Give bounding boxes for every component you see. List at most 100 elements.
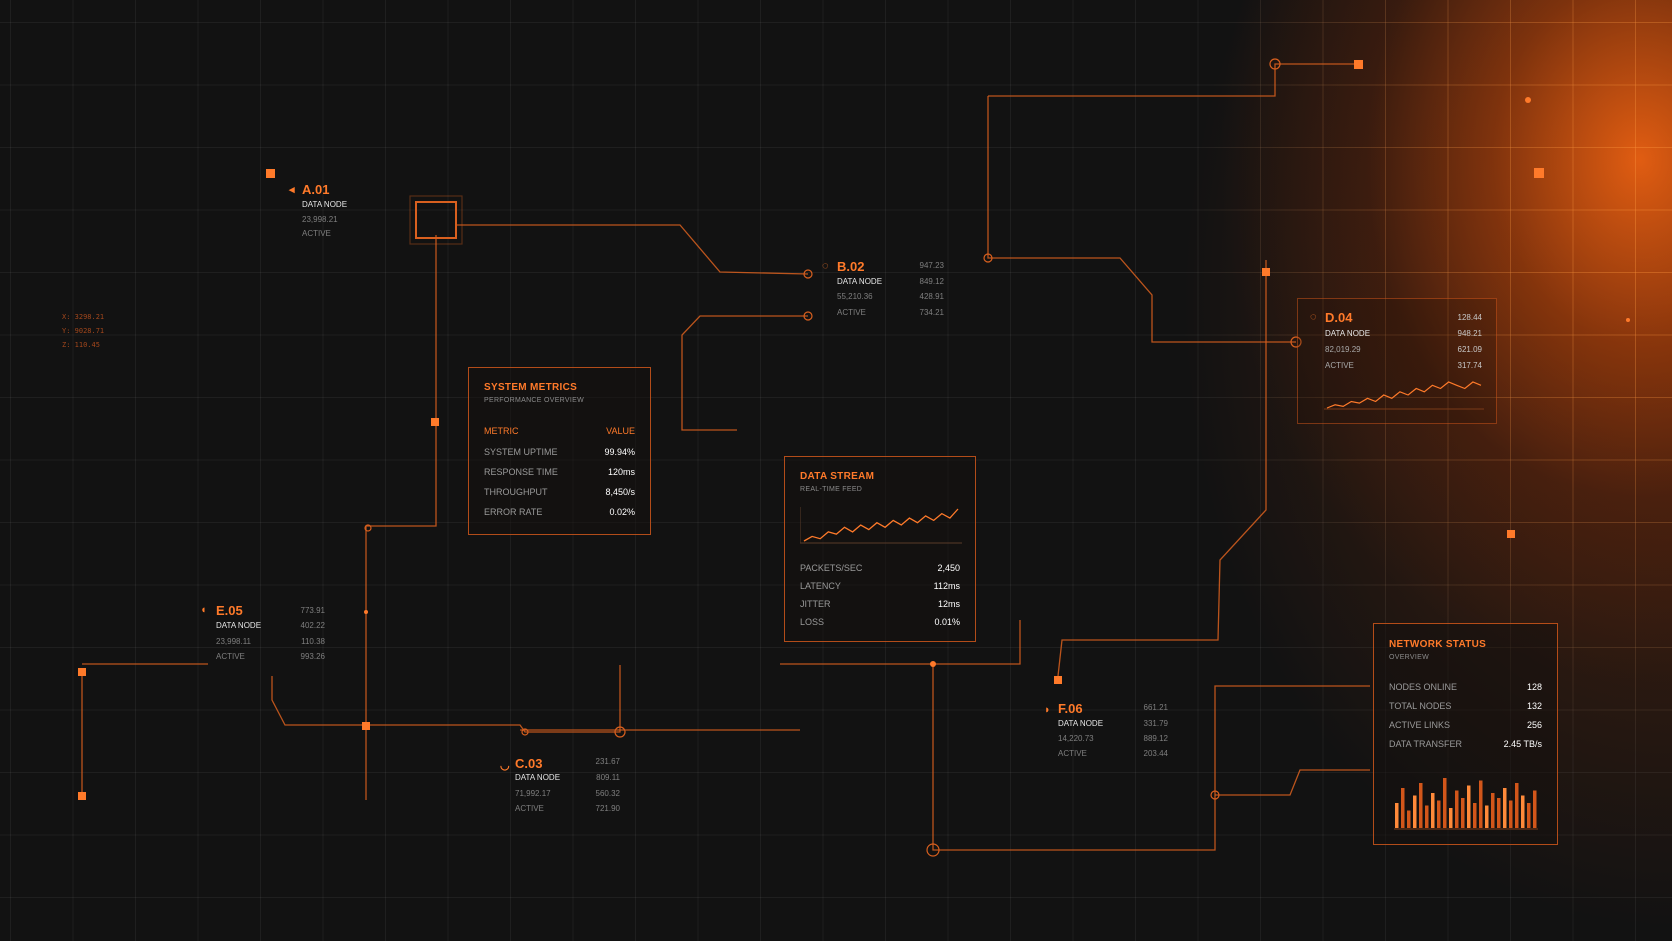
node-value: 23,998.21 <box>302 215 338 224</box>
stream-value: 12ms <box>937 599 960 609</box>
node-metric: 849.12 <box>919 277 944 286</box>
metric-label: SYSTEM UPTIME <box>484 447 558 457</box>
node-type: DATA NODE <box>1325 329 1371 338</box>
stream-label: JITTER <box>800 599 831 609</box>
wire-top-right <box>988 63 1360 97</box>
node-status: ACTIVE <box>1325 361 1354 370</box>
stream-value: 2,450 <box>937 563 960 573</box>
panel-title: NETWORK STATUS <box>1389 639 1487 650</box>
stream-label: PACKETS/SEC <box>800 563 863 573</box>
network-bar <box>1449 808 1453 828</box>
node-metric: 560.32 <box>595 789 620 798</box>
network-bar <box>1443 778 1447 828</box>
system-metrics-panel: SYSTEM METRICS PERFORMANCE OVERVIEW METR… <box>468 367 651 535</box>
node-status: ACTIVE <box>216 652 245 661</box>
wire-c03 <box>271 665 621 733</box>
stream-label: LATENCY <box>800 581 841 591</box>
network-bar <box>1461 798 1465 828</box>
node-status: ACTIVE <box>837 308 866 317</box>
network-value: 2.45 TB/s <box>1503 739 1542 749</box>
network-bar <box>1479 780 1483 828</box>
d04-sparkline <box>1324 381 1484 410</box>
network-label: NODES ONLINE <box>1389 682 1458 692</box>
node-type: DATA NODE <box>216 621 262 630</box>
network-label: ACTIVE LINKS <box>1389 720 1451 730</box>
node-value: 55,210.36 <box>837 292 873 301</box>
node-id: C.03 <box>515 756 543 771</box>
column-header-value: VALUE <box>606 426 635 436</box>
coord-z: Z: 110.45 <box>62 341 100 349</box>
network-bar <box>1419 783 1423 828</box>
node-a01-marker <box>266 169 275 178</box>
stream-sparkline <box>800 507 962 544</box>
metric-value: 120ms <box>607 467 635 477</box>
wire-b02-metrics <box>681 315 808 431</box>
wire-a01-trunk <box>365 235 437 800</box>
node-status: ACTIVE <box>302 229 331 238</box>
network-bar <box>1515 783 1519 828</box>
network-bar <box>1491 793 1495 828</box>
network-status-panel: NETWORK STATUS OVERVIEW NODES ONLINE 128… <box>1373 623 1558 845</box>
node-type: DATA NODE <box>302 200 348 209</box>
node-type: DATA NODE <box>515 773 561 782</box>
node-status: ACTIVE <box>515 804 544 813</box>
coord-y: Y: 9028.71 <box>62 327 105 335</box>
node-metric: 317.74 <box>1457 361 1482 370</box>
node-id: A.01 <box>302 182 330 197</box>
column-header-metric: METRIC <box>484 426 519 436</box>
a01-chip <box>415 201 457 239</box>
node-id: F.06 <box>1058 701 1083 716</box>
node-metric: 721.90 <box>595 804 620 813</box>
network-bar <box>1401 788 1405 828</box>
wire-top-d04 <box>987 96 1296 343</box>
node-metric: 734.21 <box>919 308 944 317</box>
node-marker-icon: ◂ <box>289 184 295 196</box>
node-metric: 809.11 <box>596 773 620 782</box>
node-id: B.02 <box>837 259 865 274</box>
network-bar <box>1431 793 1435 828</box>
node-metric: 203.44 <box>1143 749 1168 758</box>
network-bar <box>1455 790 1459 828</box>
node-metric: 128.44 <box>1457 313 1482 322</box>
network-bar <box>1521 795 1525 828</box>
metric-value: 8,450/s <box>605 487 635 497</box>
wire-d04-f06 <box>1057 260 1267 677</box>
stream-value: 0.01% <box>934 617 960 627</box>
stream-value: 112ms <box>933 581 960 591</box>
network-value: 132 <box>1526 701 1542 711</box>
node-id: D.04 <box>1325 310 1353 325</box>
node-marker-icon: ◖ <box>200 604 207 616</box>
node-metric: 948.21 <box>1457 329 1482 338</box>
network-bar <box>1503 788 1507 828</box>
network-bar <box>1533 790 1537 828</box>
data-stream-panel: DATA STREAM REAL-TIME FEED PACKETS/SEC 2… <box>784 456 976 642</box>
stream-label: LOSS <box>800 617 825 627</box>
network-bar <box>1413 795 1417 828</box>
network-value: 256 <box>1526 720 1542 730</box>
network-bar-chart <box>1394 778 1538 830</box>
node-value: 82,019.29 <box>1325 345 1361 354</box>
metric-label: RESPONSE TIME <box>484 467 558 477</box>
network-bar <box>1509 800 1513 828</box>
node-metric: 993.26 <box>300 652 325 661</box>
node-marker-icon: ◌ <box>822 260 829 272</box>
node-marker-icon: ◌ <box>1310 311 1317 323</box>
metric-value: 0.02% <box>609 507 635 517</box>
node-metric: 661.21 <box>1143 703 1168 712</box>
node-metric: 231.67 <box>595 757 620 766</box>
network-bar <box>1407 810 1411 828</box>
node-metric: 110.38 <box>301 637 325 646</box>
panel-subtitle: REAL-TIME FEED <box>800 486 863 493</box>
node-value: 14,220.73 <box>1058 734 1094 743</box>
network-bar <box>1467 785 1471 828</box>
metric-value: 99.94% <box>604 447 635 457</box>
network-label: TOTAL NODES <box>1389 701 1452 711</box>
panel-title: DATA STREAM <box>800 471 875 482</box>
wire-net-left <box>1215 769 1370 796</box>
node-marker-icon: ◡ <box>500 760 510 772</box>
node-metric: 773.91 <box>300 606 325 615</box>
network-bar <box>1425 805 1429 828</box>
node-d04[interactable]: ◌ D.04 DATA NODE 82,019.29 ACTIVE 128.44… <box>1297 298 1497 424</box>
coord-x: X: 3298.21 <box>62 313 105 321</box>
node-metric: 402.22 <box>300 621 325 630</box>
